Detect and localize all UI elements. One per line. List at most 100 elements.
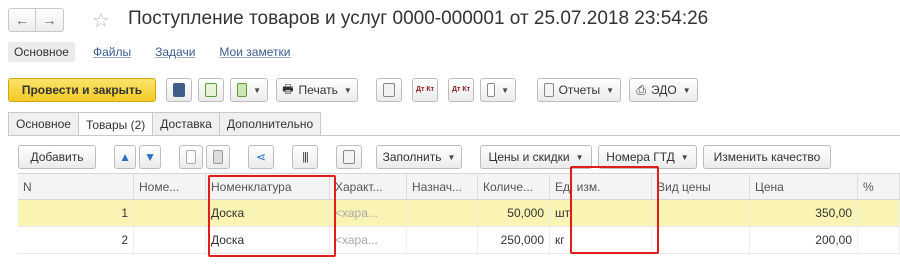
- move-up-button[interactable]: ▲: [114, 145, 136, 169]
- reports-button[interactable]: Отчеты ▼: [537, 78, 621, 102]
- table-header: N Номе... Номенклатура Характ... Назнач.…: [18, 173, 900, 200]
- barcode-button[interactable]: |||: [292, 145, 318, 169]
- paste-button[interactable]: [206, 145, 230, 169]
- barcode-icon: |||: [302, 151, 309, 163]
- cell-price-type[interactable]: [652, 227, 750, 253]
- select-items-button[interactable]: [336, 145, 362, 169]
- back-button[interactable]: ←: [8, 8, 36, 32]
- tab-goods[interactable]: Товары (2): [77, 112, 154, 136]
- prices-label: Цены и скидки: [488, 150, 570, 164]
- column-header-n[interactable]: N: [18, 174, 134, 199]
- dt-kt-icon: Дт Кт: [415, 86, 435, 93]
- cell-article[interactable]: [134, 200, 206, 226]
- cell-quantity[interactable]: 50,000: [478, 200, 550, 226]
- tab-bar: Основное Товары (2) Доставка Дополнитель…: [8, 112, 322, 136]
- nav-link-notes[interactable]: Мои заметки: [213, 42, 296, 62]
- floppy-disk-icon: [173, 83, 185, 97]
- post-and-close-button[interactable]: Провести и закрыть: [8, 78, 156, 102]
- cell-price[interactable]: 200,00: [750, 227, 858, 253]
- cell-purpose[interactable]: [407, 227, 478, 253]
- table-row[interactable]: 1 Доска <хара... 50,000 шт 350,00: [18, 200, 900, 227]
- tab-main[interactable]: Основное: [8, 112, 79, 135]
- column-header-price-type[interactable]: Вид цены: [652, 174, 750, 199]
- arrow-down-icon: ▼: [144, 150, 156, 164]
- page-title: Поступление товаров и услуг 0000-000001 …: [128, 8, 709, 29]
- favorite-star-icon[interactable]: ☆: [92, 8, 110, 33]
- chevron-down-icon: ▼: [501, 85, 509, 95]
- chevron-down-icon: ▼: [447, 152, 456, 162]
- edo-button[interactable]: ⎙ ЭДО ▼: [629, 78, 698, 102]
- chevron-down-icon: ▼: [680, 152, 689, 162]
- cell-characteristic[interactable]: <хара...: [330, 227, 407, 253]
- change-quality-button[interactable]: Изменить качество: [703, 145, 831, 169]
- dt-kt-button[interactable]: Дт Кт: [412, 78, 438, 102]
- save-button[interactable]: [166, 78, 192, 102]
- reports-label: Отчеты: [558, 83, 601, 97]
- fill-label: Заполнить: [382, 150, 442, 164]
- tab-additional[interactable]: Дополнительно: [218, 112, 322, 135]
- related-documents-button[interactable]: ▼: [480, 78, 516, 102]
- move-down-button[interactable]: ▼: [139, 145, 161, 169]
- history-nav: ← →: [8, 8, 64, 32]
- cell-article[interactable]: [134, 227, 206, 253]
- print-button[interactable]: 🖶 Печать ▼: [276, 78, 358, 102]
- column-header-price[interactable]: Цена: [750, 174, 858, 199]
- form-nav: Основное Файлы Задачи Мои заметки: [8, 42, 308, 62]
- tab-divider: [8, 135, 900, 136]
- edo-label: ЭДО: [651, 83, 677, 97]
- column-header-article[interactable]: Номе...: [134, 174, 206, 199]
- chevron-down-icon: ▼: [682, 85, 691, 95]
- checklist-icon: [343, 150, 355, 164]
- document-structure-button[interactable]: [376, 78, 402, 102]
- cell-n[interactable]: 1: [18, 200, 134, 226]
- column-header-characteristic[interactable]: Характ...: [330, 174, 407, 199]
- command-bar: Провести и закрыть ▼ 🖶 Печать ▼ Дт Кт Дт К…: [8, 78, 698, 102]
- share-icon: ⋖: [255, 150, 267, 164]
- cell-characteristic[interactable]: <хара...: [330, 200, 407, 226]
- chevron-down-icon: ▼: [343, 85, 352, 95]
- column-header-percent[interactable]: %: [858, 174, 900, 199]
- table-row[interactable]: 2 Доска <хара... 250,000 кг 200,00: [18, 227, 900, 254]
- cell-purpose[interactable]: [407, 200, 478, 226]
- cell-percent[interactable]: [858, 227, 900, 253]
- cell-price-type[interactable]: [652, 200, 750, 226]
- add-row-button[interactable]: Добавить: [18, 145, 96, 169]
- document-list-icon: [383, 83, 395, 97]
- chevron-down-icon: ▼: [606, 85, 614, 95]
- nav-link-tasks[interactable]: Задачи: [149, 42, 201, 62]
- post-document-icon: [205, 83, 217, 97]
- related-documents-icon: [487, 83, 496, 97]
- share-button[interactable]: ⋖: [248, 145, 274, 169]
- post-button[interactable]: [198, 78, 224, 102]
- nav-link-main[interactable]: Основное: [8, 42, 75, 62]
- reports-icon: [544, 83, 554, 97]
- copy-row-button[interactable]: [179, 145, 203, 169]
- cell-price[interactable]: 350,00: [750, 200, 858, 226]
- printer-icon: 🖶: [282, 81, 294, 96]
- paste-icon: [213, 150, 223, 164]
- highlight-unit-box: [570, 166, 659, 254]
- gtd-label: Номера ГТД: [606, 150, 675, 164]
- arrow-left-icon: ←: [15, 12, 29, 28]
- dt-kt-movements-icon: Дт Кт: [451, 86, 471, 93]
- fill-button[interactable]: Заполнить ▼: [376, 145, 462, 169]
- chevron-down-icon: ▼: [253, 85, 261, 95]
- create-based-icon: [237, 83, 248, 97]
- edo-icon: ⎙: [636, 82, 646, 97]
- column-header-quantity[interactable]: Количе...: [478, 174, 550, 199]
- forward-button[interactable]: →: [36, 8, 64, 32]
- tab-delivery[interactable]: Доставка: [152, 112, 220, 135]
- dt-kt-movements-button[interactable]: Дт Кт: [448, 78, 474, 102]
- arrow-up-icon: ▲: [119, 150, 131, 164]
- nav-link-files[interactable]: Файлы: [87, 42, 137, 62]
- column-header-purpose[interactable]: Назнач...: [407, 174, 478, 199]
- goods-table: N Номе... Номенклатура Характ... Назнач.…: [18, 173, 900, 254]
- create-based-on-button[interactable]: ▼: [230, 78, 268, 102]
- copy-icon: [186, 150, 196, 164]
- table-toolbar: Добавить ▲ ▼ ⋖ ||| Заполнить ▼ Цены и ски…: [18, 145, 831, 169]
- highlight-nomenclature-box: [208, 175, 336, 257]
- cell-percent[interactable]: [858, 200, 900, 226]
- chevron-down-icon: ▼: [575, 152, 584, 162]
- cell-n[interactable]: 2: [18, 227, 134, 253]
- cell-quantity[interactable]: 250,000: [478, 227, 550, 253]
